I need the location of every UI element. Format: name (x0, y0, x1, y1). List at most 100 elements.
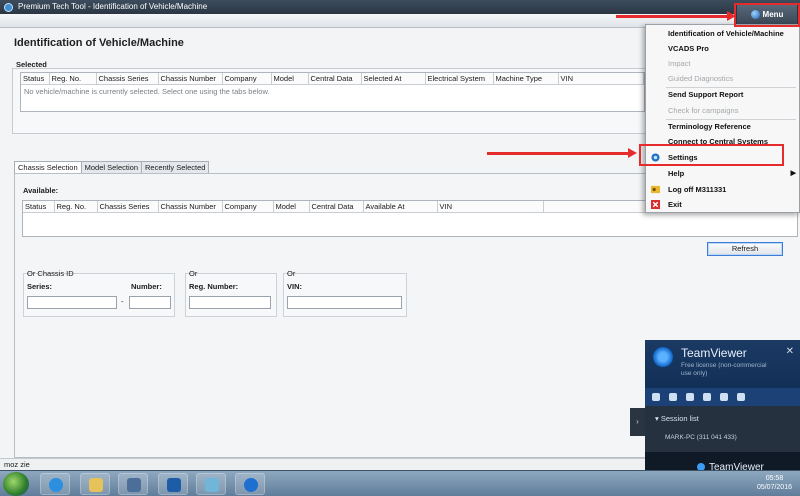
teamviewer-title: TeamViewer (681, 346, 747, 360)
chassis-id-title: Or Chassis ID (27, 269, 74, 278)
windows-taskbar: 05:58 05/07/2016 (0, 470, 800, 496)
col-reg-no[interactable]: Reg. No. (54, 201, 98, 213)
reg-number-label: Reg. Number: (189, 282, 239, 291)
annotation-arrow-settings (487, 148, 637, 158)
vin-input[interactable] (287, 296, 402, 309)
clock-date: 05/07/2016 (756, 484, 792, 491)
annotation-box-menu (734, 3, 800, 27)
series-number-separator: - (121, 297, 124, 306)
col-selected-at[interactable]: Selected At (361, 73, 426, 85)
chassis-id-group (23, 273, 175, 317)
menu-item-check-campaigns: Check for campaigns (646, 103, 799, 118)
exit-x-icon (651, 200, 660, 209)
close-icon[interactable]: ✕ (786, 346, 794, 357)
menu-item-label: Help (668, 169, 685, 178)
teamviewer-header: TeamViewer Free license (non-commercial … (645, 340, 800, 388)
selected-grid-header: Status Reg. No. Chassis Series Chassis N… (21, 73, 644, 85)
start-button[interactable] (3, 472, 29, 496)
session-list-label[interactable]: ▾ Session list (655, 414, 699, 423)
selected-grid[interactable]: Status Reg. No. Chassis Series Chassis N… (20, 72, 645, 112)
menu-item-send-support-report[interactable]: Send Support Report (646, 87, 799, 102)
col-vin[interactable]: VIN (558, 73, 644, 85)
main-menu-dropdown: Identification of Vehicle/Machine VCADS … (645, 24, 800, 213)
camera-icon[interactable] (652, 393, 660, 401)
tab-chassis-selection[interactable]: Chassis Selection (14, 161, 82, 173)
status-bar: moz zie (0, 458, 645, 470)
vin-title: Or (287, 269, 296, 278)
menu-item-identification[interactable]: Identification of Vehicle/Machine (646, 26, 799, 41)
headset-icon[interactable] (669, 393, 677, 401)
col-company[interactable]: Company (222, 73, 272, 85)
taskbar-ie-icon[interactable] (40, 473, 70, 495)
col-reg-no[interactable]: Reg. No. (49, 73, 97, 85)
col-status[interactable]: Status (23, 201, 55, 213)
available-label: Available: (23, 186, 59, 195)
menu-item-terminology-reference[interactable]: Terminology Reference (646, 119, 799, 134)
col-chassis-number[interactable]: Chassis Number (158, 201, 223, 213)
col-central-data[interactable]: Central Data (308, 73, 362, 85)
menu-item-exit[interactable]: Exit (646, 197, 799, 212)
tab-recently-selected[interactable]: Recently Selected (141, 161, 210, 173)
number-input[interactable] (129, 296, 171, 309)
col-status[interactable]: Status (21, 73, 50, 85)
more-icon[interactable] (737, 393, 745, 401)
col-available-at[interactable]: Available At (363, 201, 438, 213)
reg-number-title: Or (189, 269, 198, 278)
menu-item-label: Terminology Reference (668, 122, 751, 131)
menu-item-label: Check for campaigns (668, 106, 739, 115)
window-title: Premium Tech Tool - Identification of Ve… (18, 2, 208, 11)
vin-group (283, 273, 407, 317)
status-text: moz zie (4, 460, 30, 469)
col-chassis-series[interactable]: Chassis Series (96, 73, 159, 85)
number-label: Number: (131, 282, 162, 291)
col-central-data[interactable]: Central Data (309, 201, 364, 213)
tab-model-selection[interactable]: Model Selection (80, 161, 142, 173)
submenu-arrow-icon: ▶ (790, 170, 796, 177)
teamviewer-iconbar (645, 388, 800, 406)
col-machine-type[interactable]: Machine Type (493, 73, 559, 85)
col-company[interactable]: Company (222, 201, 274, 213)
teamviewer-session-list: ▾ Session list MARK-PC (311 041 433) (645, 406, 800, 452)
col-model[interactable]: Model (273, 201, 310, 213)
menu-item-help[interactable]: Help ▶ (646, 166, 799, 181)
clock[interactable]: 05:58 05/07/2016 (757, 474, 792, 492)
menu-item-log-off[interactable]: Log off M311331 (646, 182, 799, 197)
selection-tabs: Chassis Selection Model Selection Recent… (14, 161, 210, 173)
reg-number-input[interactable] (189, 296, 271, 309)
menu-item-label: Exit (668, 200, 682, 209)
chat-icon[interactable] (686, 393, 694, 401)
teamviewer-license: Free license (non-commercial use only) (681, 362, 767, 377)
teamviewer-collapse-tab[interactable]: › (630, 408, 645, 436)
annotation-box-settings (639, 144, 784, 166)
menu-item-vcads-pro[interactable]: VCADS Pro (646, 41, 799, 56)
taskbar-notes-icon[interactable] (196, 473, 226, 495)
taskbar-explorer-icon[interactable] (80, 473, 110, 495)
refresh-button[interactable]: Refresh (707, 242, 783, 256)
selected-empty-message: No vehicle/machine is currently selected… (24, 87, 270, 96)
check-icon[interactable] (720, 393, 728, 401)
menu-item-label: Identification of Vehicle/Machine (668, 29, 784, 38)
app-icon (4, 3, 13, 12)
file-icon[interactable] (703, 393, 711, 401)
series-label: Series: (27, 282, 53, 291)
menu-item-label: Send Support Report (668, 90, 744, 99)
taskbar-tech-tool-icon[interactable] (158, 473, 188, 495)
vin-label: VIN: (287, 282, 302, 291)
annotation-arrow-menu (616, 11, 736, 21)
reg-number-group (185, 273, 277, 317)
col-electrical-system[interactable]: Electrical System (425, 73, 494, 85)
col-model[interactable]: Model (271, 73, 309, 85)
menu-item-label: Guided Diagnostics (668, 74, 734, 83)
taskbar-teamviewer-icon[interactable] (235, 473, 265, 495)
series-input[interactable] (27, 296, 117, 309)
col-vin[interactable]: VIN (437, 201, 544, 213)
col-chassis-series[interactable]: Chassis Series (97, 201, 159, 213)
col-chassis-number[interactable]: Chassis Number (158, 73, 223, 85)
menu-item-label: Impact (668, 59, 691, 68)
menu-item-label: VCADS Pro (668, 44, 709, 53)
session-item[interactable]: MARK-PC (311 041 433) (665, 434, 737, 441)
menu-item-impact: Impact (646, 56, 799, 71)
menu-item-label: Log off M311331 (668, 185, 727, 194)
taskbar-app-icon[interactable] (118, 473, 148, 495)
clock-time: 05:58 (765, 475, 784, 482)
